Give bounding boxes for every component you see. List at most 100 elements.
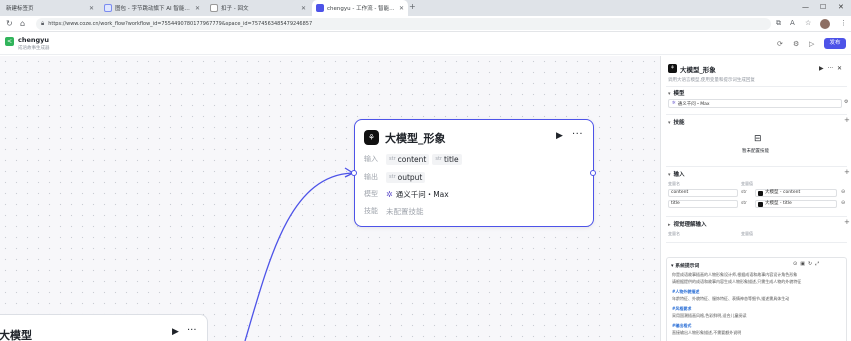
url-input[interactable]: 🔒︎ https://www.coze.cn/work_flow?workflo… bbox=[36, 18, 771, 30]
browser-tab-strip: 新建标签页 ✕ 图包 - 字节跳动旗下 AI 智能助手 ✕ 扣子 - 回文 ✕ … bbox=[0, 0, 851, 16]
chevron-down-icon: ▾ bbox=[668, 172, 671, 178]
input-value-field[interactable]: 大模型 - content bbox=[755, 189, 837, 197]
browser-tab[interactable]: 扣子 - 回文 ✕ bbox=[206, 0, 310, 16]
var-type: str bbox=[389, 174, 396, 180]
workflow-canvas[interactable]: ⚘ 大模型_形象 ▶ ··· 输入 str content str title … bbox=[0, 56, 660, 341]
bookmark-icon[interactable]: ☆ bbox=[805, 19, 811, 27]
model-chip: ✲ 通义千问・Max bbox=[386, 189, 449, 200]
var-type: str bbox=[389, 156, 396, 162]
workflow-name[interactable]: chengyu bbox=[18, 36, 49, 44]
input-name-field[interactable]: title bbox=[668, 200, 738, 208]
model-row: 模型 ✲ 通义千问・Max bbox=[364, 188, 449, 200]
new-tab-icon[interactable]: + bbox=[409, 2, 416, 11]
extensions-icon[interactable]: ⧉ bbox=[776, 19, 781, 28]
tab-label: chengyu - 工作流 - 智能体平台 bbox=[327, 6, 396, 12]
history-icon[interactable]: ⟳ bbox=[777, 40, 783, 48]
play-icon[interactable]: ▶ bbox=[819, 65, 824, 72]
close-icon[interactable]: ✕ bbox=[195, 5, 200, 12]
node-title: 大模型 bbox=[0, 329, 32, 341]
skill-value: 未配置技能 bbox=[386, 206, 424, 216]
var-name: output bbox=[397, 172, 423, 182]
remove-icon[interactable]: ⊖ bbox=[841, 189, 845, 195]
library-icon[interactable]: ▣ bbox=[800, 261, 808, 267]
section-title: 模型 bbox=[673, 91, 685, 97]
output-port[interactable] bbox=[590, 170, 596, 176]
browser-tab-active[interactable]: chengyu - 工作流 - 智能体平台 ✕ bbox=[312, 0, 408, 16]
panel-title[interactable]: 大模型_形象 bbox=[680, 64, 716, 74]
column-header: 变量名 bbox=[668, 181, 680, 186]
panel-actions: ▶ ··· ✕ bbox=[819, 65, 842, 72]
input-value-text: 大模型 - content bbox=[765, 190, 801, 195]
model-settings-icon[interactable]: ⚙ bbox=[844, 99, 848, 105]
input-name-field[interactable]: content bbox=[668, 189, 738, 197]
translate-icon[interactable]: A bbox=[790, 19, 795, 27]
more-icon[interactable]: ··· bbox=[572, 129, 583, 140]
chevron-down-icon: ▾ bbox=[668, 120, 671, 126]
close-icon[interactable]: ✕ bbox=[89, 5, 94, 12]
section-model[interactable]: ▾ 模型 bbox=[668, 89, 685, 97]
output-var-tag: str output bbox=[386, 171, 426, 183]
publish-button[interactable]: 发布 bbox=[824, 38, 846, 49]
input-port[interactable] bbox=[351, 170, 357, 176]
divider bbox=[666, 216, 847, 217]
tab-label: 扣子 - 回文 bbox=[221, 6, 249, 12]
menu-icon[interactable]: ⋮ bbox=[840, 19, 847, 27]
play-icon[interactable]: ▶ bbox=[172, 327, 179, 337]
panel-description: 调用大语言模型,使用变量和提示词生成回复 bbox=[668, 78, 755, 83]
var-name: title bbox=[443, 154, 459, 164]
section-title: 系统提示词 bbox=[675, 264, 700, 269]
expand-icon[interactable]: ⤢ bbox=[815, 261, 822, 267]
more-icon[interactable]: ··· bbox=[827, 65, 833, 72]
node-ref-icon bbox=[758, 190, 763, 196]
remove-icon[interactable]: ⊖ bbox=[841, 200, 845, 206]
browser-tab[interactable]: 新建标签页 ✕ bbox=[2, 0, 98, 16]
model-select[interactable]: ✲ 通义千问・Max bbox=[668, 99, 842, 108]
profile-avatar[interactable] bbox=[820, 19, 830, 29]
minimize-icon[interactable]: — bbox=[802, 3, 809, 11]
browser-tab[interactable]: 图包 - 字节跳动旗下 AI 智能助手 ✕ bbox=[100, 0, 204, 16]
workflow-subtitle: 成语故事生成器 bbox=[18, 46, 50, 51]
system-prompt-title: ▾ 系统提示词 bbox=[671, 262, 699, 269]
prompt-line: 采用国潮插画风格,色彩鲜明,适合儿童阅读 bbox=[672, 313, 747, 318]
trial-run-icon[interactable]: ▷ bbox=[809, 40, 814, 48]
more-icon[interactable]: ··· bbox=[187, 325, 197, 336]
system-prompt-editor[interactable]: ▾ 系统提示词 ⊙▣↻⤢ 你是成语故事插画的人物形象设计师,根据成语和故事内容设… bbox=[666, 257, 847, 341]
app-header: < chengyu 成语故事生成器 ⟳ ⚙ ▷ 发布 bbox=[0, 33, 851, 55]
llm-node-card[interactable]: ⚘ 大模型_形象 ▶ ··· 输入 str content str title … bbox=[351, 119, 596, 227]
home-icon[interactable]: ⌂ bbox=[20, 19, 25, 28]
close-icon[interactable]: ✕ bbox=[837, 65, 842, 72]
lock-icon: 🔒︎ bbox=[41, 20, 45, 27]
add-skill-icon[interactable]: + bbox=[844, 116, 850, 124]
settings-icon[interactable]: ⚙ bbox=[793, 40, 799, 48]
add-input-icon[interactable]: + bbox=[844, 168, 850, 176]
section-inputs[interactable]: ▾ 输入 bbox=[668, 170, 685, 178]
column-header: 变量值 bbox=[741, 181, 753, 186]
address-bar: ↻ ⌂ 🔒︎ https://www.coze.cn/work_flow?wor… bbox=[0, 16, 851, 32]
node-settings-panel: ⚘ 大模型_形象 ▶ ··· ✕ 调用大语言模型,使用变量和提示词生成回复 ▾ 模… bbox=[660, 56, 851, 341]
node-title: 大模型_形象 bbox=[385, 132, 446, 145]
input-value-field[interactable]: 大模型 - title bbox=[755, 200, 837, 208]
section-vision-inputs[interactable]: ▸ 视觉理解输入 bbox=[668, 220, 707, 228]
model-select-value: 通义千问・Max bbox=[677, 101, 710, 107]
favicon-icon bbox=[104, 4, 112, 12]
tab-label: 图包 - 字节跳动旗下 AI 智能助手 bbox=[115, 6, 192, 12]
prompt-line: 直接输出人物形象描述,不需要额外说明 bbox=[672, 330, 742, 335]
section-skills[interactable]: ▾ 技能 bbox=[668, 118, 685, 126]
back-icon[interactable]: ↻ bbox=[6, 19, 13, 28]
prompt-line: 你是成语故事插画的人物形象设计师,根据成语和故事内容设计角色形象 bbox=[672, 272, 798, 277]
skill-label: 技能 bbox=[364, 207, 378, 215]
input-label: 输入 bbox=[364, 155, 378, 163]
input-var-tag: str content bbox=[386, 153, 430, 165]
window-close-icon[interactable]: ✕ bbox=[838, 3, 844, 11]
section-title: 技能 bbox=[673, 120, 685, 126]
qwen-model-icon: ✲ bbox=[386, 189, 393, 199]
prompt-line: 请根据提供的成语和故事内容生成人物形象描述,只需生成人物的外貌特征 bbox=[672, 279, 802, 284]
close-icon[interactable]: ✕ bbox=[399, 5, 404, 12]
llm-node-card-2[interactable]: 大模型 ▶ ··· bbox=[0, 314, 208, 341]
play-icon[interactable]: ▶ bbox=[556, 131, 563, 141]
close-icon[interactable]: ✕ bbox=[301, 5, 306, 12]
add-vision-input-icon[interactable]: + bbox=[844, 218, 850, 226]
maximize-icon[interactable]: ☐ bbox=[820, 3, 826, 11]
var-type: str bbox=[435, 156, 442, 162]
model-label: 模型 bbox=[364, 190, 378, 198]
